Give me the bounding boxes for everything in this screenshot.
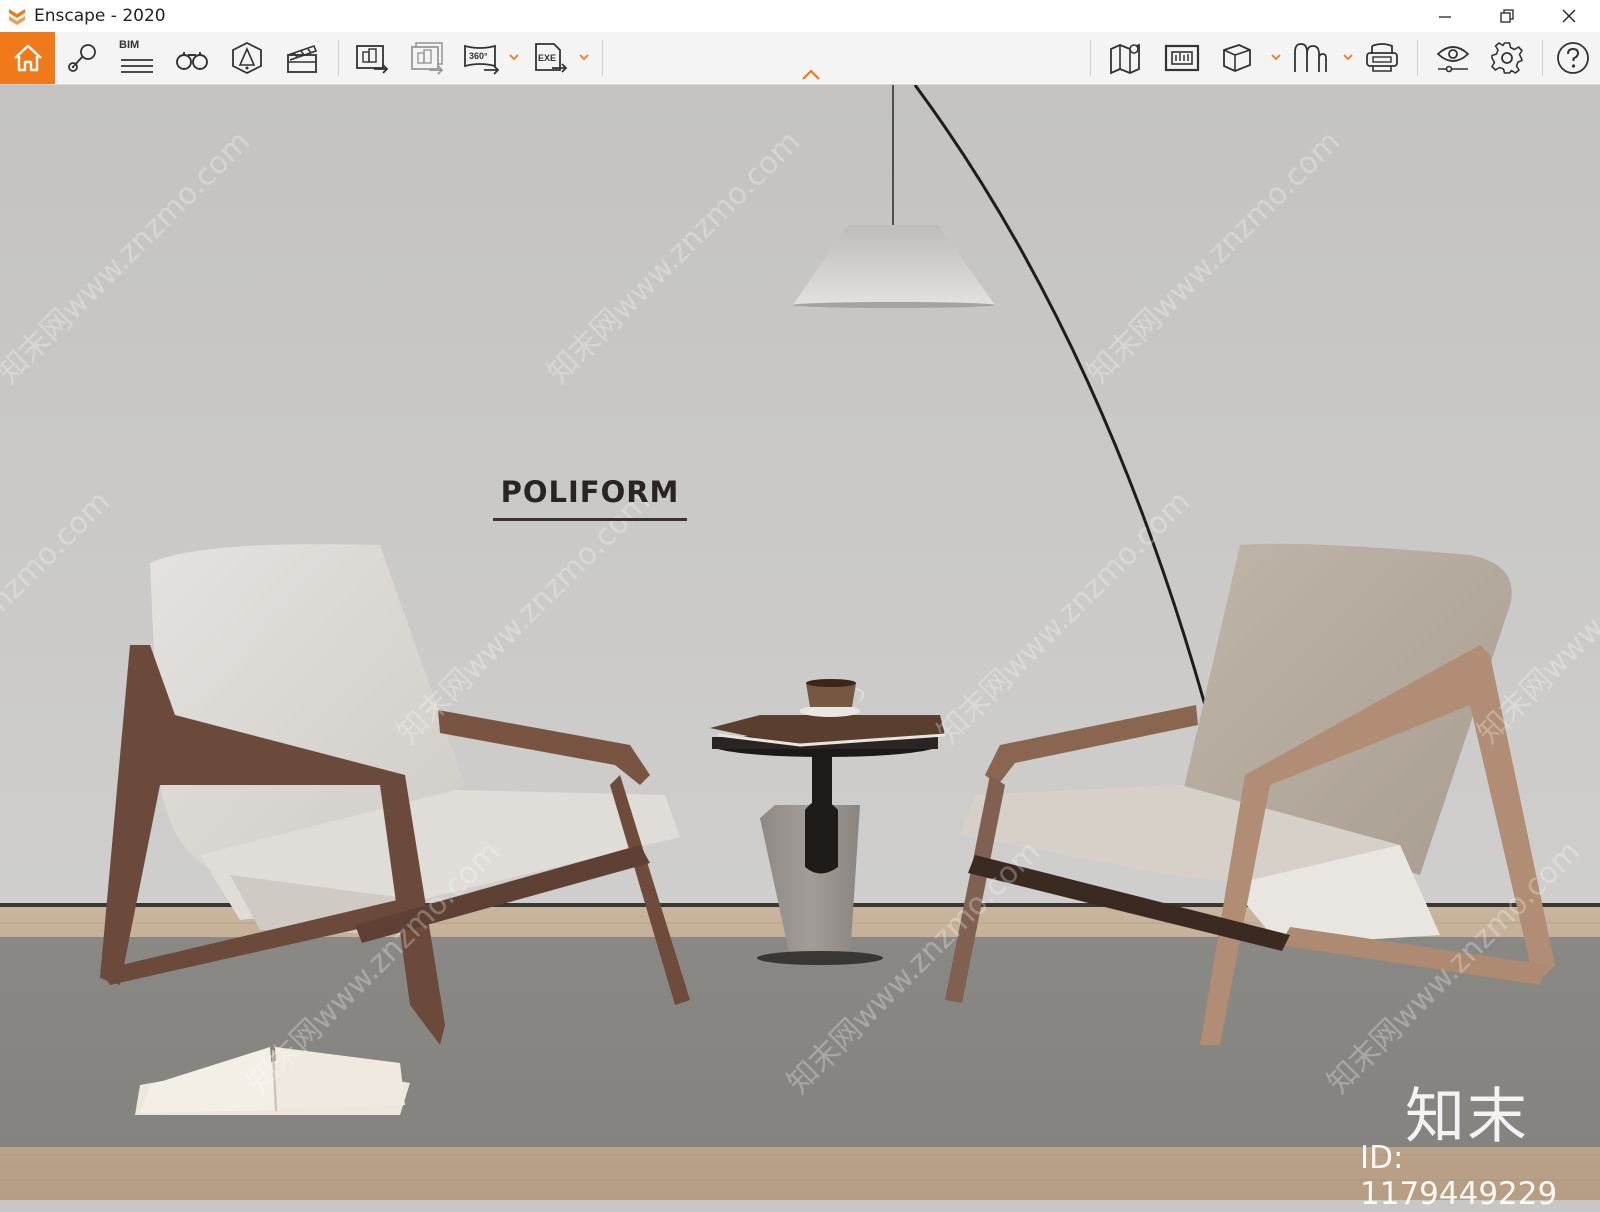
clapperboard-icon <box>287 44 318 73</box>
cube-dropdown-caret[interactable] <box>1270 50 1282 64</box>
svg-text:360°: 360° <box>469 51 488 61</box>
panorama-button[interactable]: 360° <box>462 38 502 78</box>
brand-sign: POLIFORM <box>500 475 680 509</box>
restore-button[interactable] <box>1476 0 1538 32</box>
batch-render-button[interactable] <box>407 38 447 78</box>
home-icon <box>13 44 42 72</box>
minimize-button[interactable] <box>1414 0 1476 32</box>
asset-cube-button[interactable] <box>1217 38 1257 78</box>
bim-button[interactable]: BIM <box>117 38 157 78</box>
watermark-id: ID: 1179449229 <box>1360 1140 1558 1212</box>
panorama-360-icon: 360° <box>464 44 500 75</box>
batch-export-icon <box>411 42 444 75</box>
help-icon <box>1557 42 1589 74</box>
visual-settings-button[interactable] <box>1433 38 1473 78</box>
toolbar-separator <box>1542 40 1543 76</box>
home-button[interactable] <box>0 32 55 84</box>
material-editor-button[interactable] <box>1162 38 1202 78</box>
toolbar-separator <box>338 40 339 76</box>
collapse-toolbar-icon[interactable] <box>800 68 822 82</box>
help-button[interactable] <box>1553 38 1593 78</box>
minimize-icon <box>1439 16 1451 18</box>
binoculars-icon <box>176 52 208 70</box>
svg-text:EXE: EXE <box>538 53 556 63</box>
walk-mode-button[interactable] <box>172 38 212 78</box>
asset-library-icon <box>1294 43 1327 72</box>
toolbar-separator <box>1417 40 1418 76</box>
visual-settings-icon <box>1436 46 1470 73</box>
bim-label: BIM <box>119 39 140 51</box>
vr-headset-button[interactable] <box>1362 38 1402 78</box>
toolbar-separator <box>1090 40 1091 76</box>
cube-view-icon <box>1223 44 1251 72</box>
vr-headset-icon <box>1366 43 1398 72</box>
sun-lamp-icon <box>232 41 262 75</box>
exe-export-icon: EXE <box>535 43 568 73</box>
title-bar: Enscape - 2020 <box>0 0 1600 32</box>
render-viewport[interactable]: 知末网www.znzmo.com 知末网www.znzmo.com 知末网www… <box>0 85 1600 1200</box>
view-management-button[interactable] <box>62 38 102 78</box>
map-pin-icon <box>68 44 96 72</box>
screenshot-export-icon <box>356 45 389 74</box>
material-library-icon <box>1164 44 1200 72</box>
exe-export-button[interactable]: EXE <box>530 38 570 78</box>
exe-export-dropdown-caret[interactable] <box>578 50 590 64</box>
asset-library-dropdown-caret[interactable] <box>1342 50 1354 64</box>
map-button[interactable] <box>1106 38 1146 78</box>
toolbar-separator <box>602 40 603 76</box>
close-icon <box>1562 9 1576 23</box>
enscape-logo-icon <box>9 9 25 25</box>
close-button[interactable] <box>1538 0 1600 32</box>
scene-render: 知末网www.znzmo.com 知末网www.znzmo.com 知末网www… <box>0 85 1600 1200</box>
restore-icon <box>1500 9 1514 23</box>
gear-icon <box>1491 42 1523 74</box>
sun-button[interactable] <box>227 38 267 78</box>
video-editor-button[interactable] <box>282 38 322 78</box>
map-view-icon <box>1110 43 1140 75</box>
settings-button[interactable] <box>1487 38 1527 78</box>
asset-library-button[interactable] <box>1290 38 1330 78</box>
panorama-dropdown-caret[interactable] <box>508 50 520 64</box>
main-toolbar: BIM 360° EXE <box>0 32 1600 85</box>
brand-sign-underline <box>493 518 687 521</box>
window-title: Enscape - 2020 <box>34 6 166 26</box>
screenshot-button[interactable] <box>352 38 392 78</box>
